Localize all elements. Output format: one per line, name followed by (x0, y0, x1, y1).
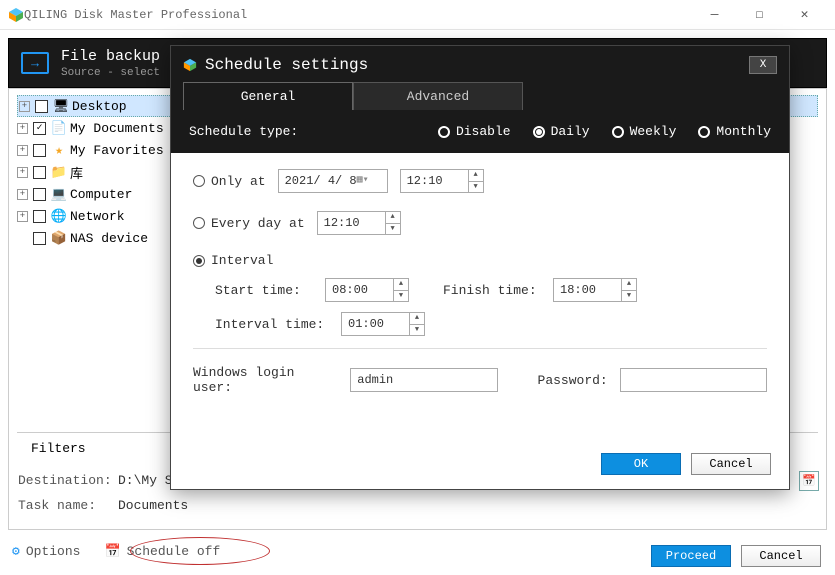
checkbox[interactable] (33, 166, 46, 179)
spinner[interactable]: ▲▼ (468, 170, 483, 192)
proceed-button[interactable]: Proceed (651, 545, 731, 567)
radio-weekly[interactable]: Weekly (612, 124, 677, 139)
cancel-button[interactable]: Cancel (741, 545, 821, 567)
expand-icon[interactable]: + (17, 189, 28, 200)
checkbox[interactable] (33, 144, 46, 157)
taskname-label: Task name: (18, 498, 118, 513)
radio-monthly[interactable]: Monthly (698, 124, 771, 139)
modal-title: Schedule settings (205, 56, 749, 74)
radio-interval[interactable]: Interval (193, 253, 273, 268)
options-button[interactable]: ⚙ Options (12, 544, 80, 559)
tree-label: NAS device (70, 231, 148, 246)
tree-label: Desktop (72, 99, 127, 114)
modal-close-button[interactable]: X (749, 56, 777, 74)
page-subtitle: Source - select (61, 67, 160, 79)
modal-logo-icon (183, 58, 197, 72)
checkbox[interactable] (33, 210, 46, 223)
checkbox[interactable] (33, 122, 46, 135)
tree-label: Computer (70, 187, 132, 202)
titlebar: QILING Disk Master Professional — ☐ ✕ (0, 0, 835, 30)
modal-ok-button[interactable]: OK (601, 453, 681, 475)
schedule-settings-dialog: Schedule settings X General Advanced Sch… (170, 45, 790, 490)
checkbox[interactable] (33, 232, 46, 245)
modal-cancel-button[interactable]: Cancel (691, 453, 771, 475)
tree-label: My Favorites (70, 143, 164, 158)
tab-advanced[interactable]: Advanced (353, 82, 523, 110)
interval-time-input[interactable]: 01:00 ▲▼ (341, 312, 425, 336)
gear-icon: ⚙ (12, 544, 20, 559)
schedule-type-row: Schedule type: Disable Daily Weekly Mont… (171, 110, 789, 153)
expand-icon[interactable]: + (17, 123, 28, 134)
expand-icon[interactable]: + (17, 167, 28, 178)
desktop-icon: 🖥 (53, 98, 69, 114)
start-time-label: Start time: (215, 283, 315, 298)
documents-icon: 📄 (51, 120, 67, 136)
tree-label: 库 (70, 163, 83, 182)
spinner[interactable]: ▲▼ (409, 313, 424, 335)
expand-icon[interactable]: + (17, 211, 28, 222)
app-title: QILING Disk Master Professional (24, 8, 692, 22)
radio-only-at[interactable]: Only at (193, 174, 266, 189)
interval-time-label: Interval time: (215, 317, 331, 332)
password-label: Password: (538, 373, 608, 388)
tree-label: My Documents (70, 121, 164, 136)
minimize-button[interactable]: — (692, 1, 737, 29)
expand-icon[interactable]: + (19, 101, 30, 112)
destination-label: Destination: (18, 473, 118, 488)
tab-general[interactable]: General (183, 82, 353, 110)
start-time-input[interactable]: 08:00 ▲▼ (325, 278, 409, 302)
checkbox[interactable] (33, 188, 46, 201)
every-day-time-input[interactable]: 12:10 ▲▼ (317, 211, 401, 235)
library-icon: 📁 (51, 164, 67, 180)
expand-icon[interactable]: + (17, 145, 28, 156)
only-at-time-input[interactable]: 12:10 ▲▼ (400, 169, 484, 193)
taskname-value[interactable]: Documents (118, 498, 188, 513)
maximize-button[interactable]: ☐ (737, 1, 782, 29)
checkbox[interactable] (35, 100, 48, 113)
tree-label: Network (70, 209, 125, 224)
calendar-small-icon: 📅 (104, 544, 120, 559)
radio-every-day[interactable]: Every day at (193, 216, 305, 231)
file-backup-icon: → (21, 52, 49, 74)
schedule-toggle[interactable]: 📅 Schedule off (104, 544, 220, 559)
only-at-date-input[interactable]: 2021/ 4/ 8 ▦▾ (278, 169, 388, 193)
spinner[interactable]: ▲▼ (621, 279, 636, 301)
star-icon: ★ (51, 142, 67, 158)
login-user-input[interactable]: admin (350, 368, 497, 392)
login-user-label: Windows login user: (193, 365, 338, 395)
app-logo-icon (8, 7, 24, 23)
nas-icon: 📦 (51, 230, 67, 246)
computer-icon: 💻 (51, 186, 67, 202)
radio-disable[interactable]: Disable (438, 124, 511, 139)
calendar-icon[interactable]: 📅 (799, 471, 819, 491)
finish-time-label: Finish time: (443, 283, 543, 298)
datepicker-icon[interactable]: ▦▾ (357, 174, 369, 186)
close-button[interactable]: ✕ (782, 1, 827, 29)
schedule-type-label: Schedule type: (189, 124, 298, 139)
spinner[interactable]: ▲▼ (393, 279, 408, 301)
spinner[interactable]: ▲▼ (385, 212, 400, 234)
page-title: File backup (61, 48, 160, 65)
radio-daily[interactable]: Daily (533, 124, 590, 139)
finish-time-input[interactable]: 18:00 ▲▼ (553, 278, 637, 302)
network-icon: 🌐 (51, 208, 67, 224)
password-input[interactable] (620, 368, 767, 392)
